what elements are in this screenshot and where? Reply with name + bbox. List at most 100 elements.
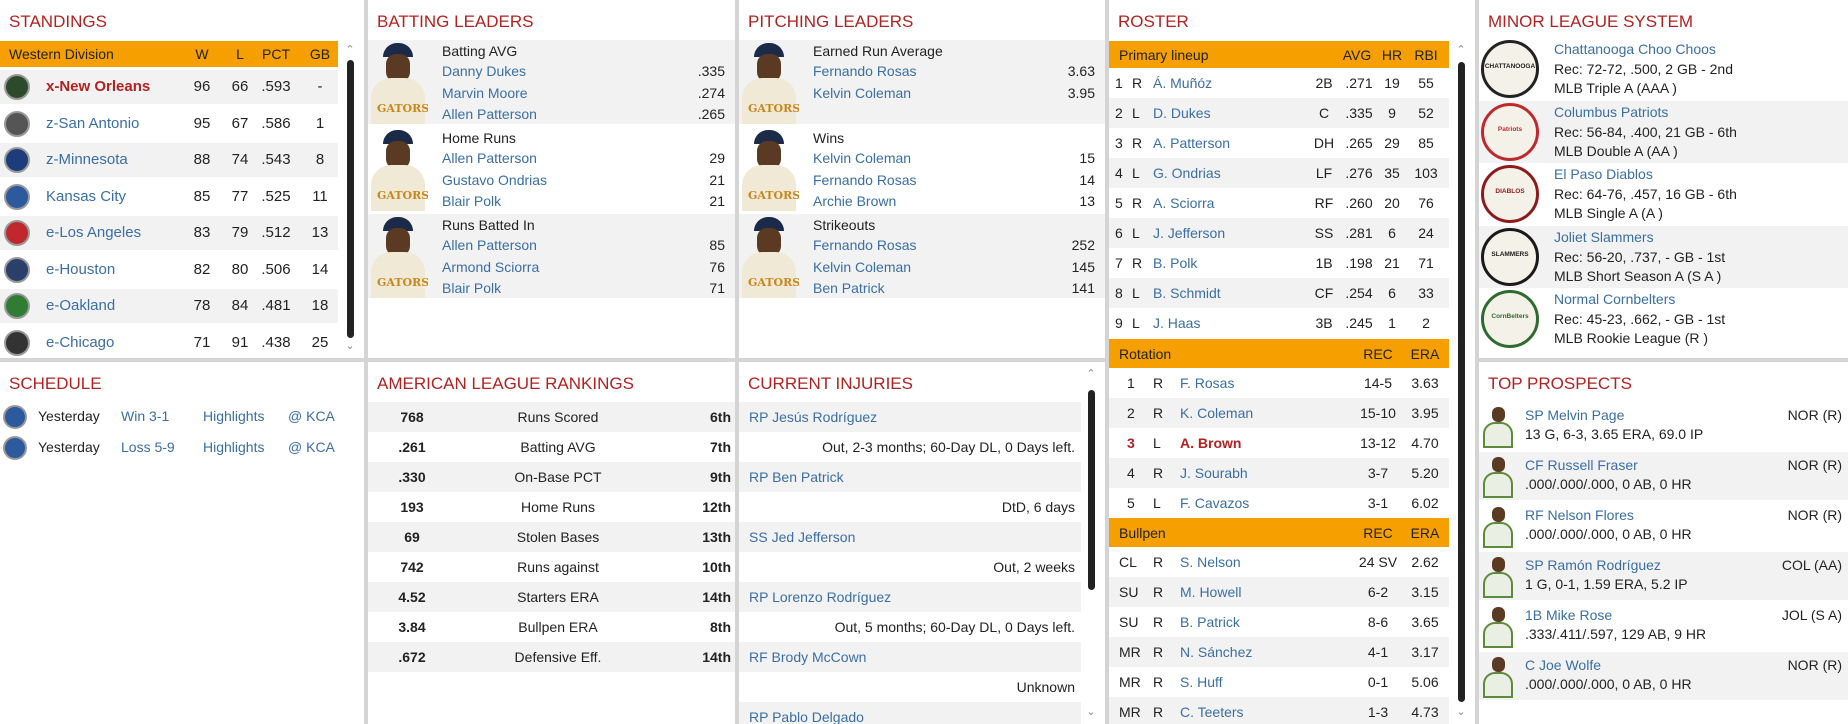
injured-player-link[interactable]: SS Jed Jefferson	[749, 529, 855, 545]
player-name-link[interactable]: B. Schmidt	[1153, 285, 1221, 301]
scroll-down-icon[interactable]: ⌄	[344, 340, 356, 352]
game-result-link[interactable]: Loss 5-9	[121, 439, 175, 455]
affiliate-name-link[interactable]: Joliet Slammers	[1554, 229, 1654, 245]
leader-name-link[interactable]: Allen Patterson	[442, 237, 537, 253]
leader-name-link[interactable]: Fernando Rosas	[813, 172, 917, 188]
prospect-row[interactable]: SP Melvin Page NOR (R) 13 G, 6-3, 3.65 ERA…	[1479, 402, 1848, 450]
affiliate-name-link[interactable]: Columbus Patriots	[1554, 104, 1668, 120]
player-name-link[interactable]: Á. Muñóz	[1153, 75, 1212, 91]
injured-player-link[interactable]: RP Ben Patrick	[749, 469, 844, 485]
team-name-link[interactable]: e-Houston	[46, 261, 115, 278]
prospect-row[interactable]: C Joe Wolfe NOR (R) .000/.000/.000, 0 AB, …	[1479, 652, 1848, 700]
scroll-up-icon[interactable]: ⌃	[344, 44, 356, 56]
player-name-link[interactable]: C. Teeters	[1180, 704, 1244, 720]
prospect-row[interactable]: RF Nelson Flores NOR (R) .000/.000/.000, 0…	[1479, 502, 1848, 550]
schedule-row[interactable]: Yesterday Loss 5-9 Highlights @ KCA	[0, 433, 350, 461]
affiliate-name-link[interactable]: El Paso Diablos	[1554, 166, 1653, 182]
bullpen-row[interactable]: MR R C. Teeters 1-3 4.73	[1109, 697, 1449, 724]
standings-row[interactable]: Kansas City 85 77 .525 11	[0, 180, 338, 214]
minor-team-row[interactable]: DIABLOS El Paso Diablos Rec: 64-76, .457, …	[1479, 163, 1848, 225]
rotation-row[interactable]: 1 R F. Rosas 14-5 3.63	[1109, 368, 1449, 398]
game-result-link[interactable]: Win 3-1	[121, 408, 169, 424]
leader-name-link[interactable]: Blair Polk	[442, 280, 501, 296]
highlights-link[interactable]: Highlights	[203, 408, 264, 424]
bullpen-row[interactable]: SU R B. Patrick 8-6 3.65	[1109, 607, 1449, 637]
player-name-link[interactable]: F. Rosas	[1180, 375, 1234, 391]
injury-player-row[interactable]: RP Lorenzo Rodríguez	[739, 582, 1081, 612]
team-name-link[interactable]: e-Los Angeles	[46, 224, 141, 241]
player-name-link[interactable]: J. Haas	[1153, 315, 1200, 331]
lineup-row[interactable]: 5 R A. Sciorra RF .260 20 76	[1109, 188, 1449, 218]
scroll-thumb[interactable]	[1458, 62, 1465, 702]
standings-row[interactable]: e-Oakland 78 84 .481 18	[0, 289, 338, 323]
scroll-up-icon[interactable]: ⌃	[1085, 368, 1097, 380]
player-name-link[interactable]: N. Sánchez	[1180, 644, 1252, 660]
leader-name-link[interactable]: Fernando Rosas	[813, 63, 917, 79]
injuries-scrollbar[interactable]: ⌃ ⌄	[1085, 368, 1097, 720]
lineup-row[interactable]: 9 L J. Haas 3B .245 1 2	[1109, 308, 1449, 338]
rotation-row[interactable]: 5 L F. Cavazos 3-1 6.02	[1109, 488, 1449, 518]
prospect-name-link[interactable]: 1B Mike Rose	[1525, 607, 1612, 623]
player-name-link[interactable]: J. Jefferson	[1153, 225, 1225, 241]
prospect-name-link[interactable]: SP Melvin Page	[1525, 407, 1624, 423]
scroll-down-icon[interactable]: ⌄	[1455, 706, 1467, 718]
lineup-row[interactable]: 7 R B. Polk 1B .198 21 71	[1109, 248, 1449, 278]
highlights-link[interactable]: Highlights	[203, 439, 264, 455]
injured-player-link[interactable]: RF Brody McCown	[749, 649, 866, 665]
player-name-link[interactable]: S. Nelson	[1180, 554, 1241, 570]
lineup-row[interactable]: 1 R Á. Muñóz 2B .271 19 55	[1109, 68, 1449, 98]
opponent-link[interactable]: @ KCA	[288, 439, 335, 455]
team-name-link[interactable]: e-Chicago	[46, 334, 114, 351]
minor-team-row[interactable]: SLAMMERS Joliet Slammers Rec: 56-20, .737,…	[1479, 225, 1848, 288]
team-name-link[interactable]: x-New Orleans	[46, 78, 150, 95]
injured-player-link[interactable]: RP Pablo Delgado	[749, 709, 864, 724]
player-name-link[interactable]: F. Cavazos	[1180, 495, 1249, 511]
rotation-row[interactable]: 3 L A. Brown 13-12 4.70	[1109, 428, 1449, 458]
lineup-row[interactable]: 2 L D. Dukes C .335 9 52	[1109, 98, 1449, 128]
schedule-row[interactable]: Yesterday Win 3-1 Highlights @ KCA	[0, 402, 350, 430]
lineup-row[interactable]: 3 R A. Patterson DH .265 29 85	[1109, 128, 1449, 158]
prospect-name-link[interactable]: SP Ramón Rodríguez	[1525, 557, 1661, 573]
player-name-link[interactable]: M. Howell	[1180, 584, 1241, 600]
affiliate-name-link[interactable]: Normal Cornbelters	[1554, 291, 1675, 307]
team-name-link[interactable]: z-San Antonio	[46, 115, 139, 132]
leader-name-link[interactable]: Allen Patterson	[442, 106, 537, 122]
injury-player-row[interactable]: RP Jesús Rodríguez	[739, 402, 1081, 432]
player-name-link[interactable]: B. Patrick	[1180, 614, 1240, 630]
injury-player-row[interactable]: RF Brody McCown	[739, 642, 1081, 672]
standings-scrollbar[interactable]: ⌃ ⌄	[344, 44, 356, 354]
prospect-name-link[interactable]: C Joe Wolfe	[1525, 657, 1601, 673]
prospect-name-link[interactable]: RF Nelson Flores	[1525, 507, 1634, 523]
bullpen-row[interactable]: MR R N. Sánchez 4-1 3.17	[1109, 637, 1449, 667]
injured-player-link[interactable]: RP Lorenzo Rodríguez	[749, 589, 891, 605]
rotation-row[interactable]: 2 R K. Coleman 15-10 3.95	[1109, 398, 1449, 428]
injured-player-link[interactable]: RP Jesús Rodríguez	[749, 409, 877, 425]
player-name-link[interactable]: D. Dukes	[1153, 105, 1211, 121]
leader-name-link[interactable]: Kelvin Coleman	[813, 150, 911, 166]
prospect-row[interactable]: CF Russell Fraser NOR (R) .000/.000/.000, …	[1479, 452, 1848, 500]
player-name-link[interactable]: S. Huff	[1180, 674, 1223, 690]
minor-team-row[interactable]: CornBelters Normal Cornbelters Rec: 45-23,…	[1479, 288, 1848, 350]
bullpen-row[interactable]: MR R S. Huff 0-1 5.06	[1109, 667, 1449, 697]
team-name-link[interactable]: e-Oakland	[46, 297, 115, 314]
minor-team-row[interactable]: CHATTANOOGA Chattanooga Choo Choos Rec: 72…	[1479, 38, 1848, 100]
player-name-link[interactable]: K. Coleman	[1180, 405, 1253, 421]
team-name-link[interactable]: Kansas City	[46, 188, 126, 205]
injury-player-row[interactable]: RP Pablo Delgado	[739, 702, 1081, 724]
leader-name-link[interactable]: Kelvin Coleman	[813, 85, 911, 101]
leader-name-link[interactable]: Allen Patterson	[442, 150, 537, 166]
prospect-row[interactable]: SP Ramón Rodríguez COL (AA) 1 G, 0-1, 1.59…	[1479, 552, 1848, 600]
lineup-row[interactable]: 8 L B. Schmidt CF .254 6 33	[1109, 278, 1449, 308]
leader-name-link[interactable]: Kelvin Coleman	[813, 259, 911, 275]
leader-name-link[interactable]: Armond Sciorra	[442, 259, 539, 275]
opponent-link[interactable]: @ KCA	[288, 408, 335, 424]
lineup-row[interactable]: 6 L J. Jefferson SS .281 6 24	[1109, 218, 1449, 248]
minor-team-row[interactable]: Patriots Columbus Patriots Rec: 56-84, .40…	[1479, 100, 1848, 163]
leader-name-link[interactable]: Fernando Rosas	[813, 237, 917, 253]
bullpen-row[interactable]: CL R S. Nelson 24 SV 2.62	[1109, 547, 1449, 577]
player-name-link[interactable]: A. Sciorra	[1153, 195, 1214, 211]
standings-row[interactable]: z-San Antonio 95 67 .586 1	[0, 107, 338, 141]
lineup-row[interactable]: 4 L G. Ondrias LF .276 35 103	[1109, 158, 1449, 188]
player-name-link[interactable]: A. Brown	[1180, 435, 1241, 451]
standings-row[interactable]: e-Houston 82 80 .506 14	[0, 253, 338, 287]
